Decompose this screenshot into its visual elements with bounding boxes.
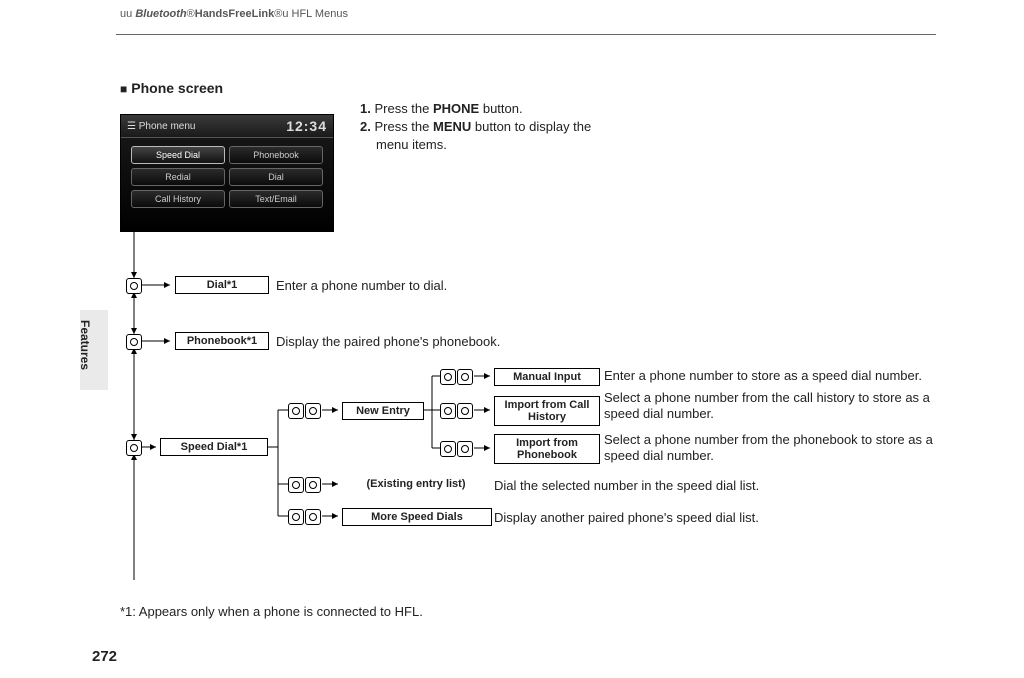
selector-icon <box>288 509 304 525</box>
selector-icon <box>288 477 304 493</box>
screenshot-btn: Phonebook <box>229 146 323 164</box>
desc-phonebook: Display the paired phone's phonebook. <box>276 334 500 350</box>
desc-manual-input: Enter a phone number to store as a speed… <box>604 368 944 384</box>
selector-icon <box>126 334 142 350</box>
screenshot-btn: Redial <box>131 168 225 186</box>
page-number: 272 <box>92 648 117 665</box>
node-phonebook: Phonebook*1 <box>175 332 269 350</box>
desc-dial: Enter a phone number to dial. <box>276 278 447 294</box>
node-speed-dial: Speed Dial*1 <box>160 438 268 456</box>
section-title: ■Phone screen <box>120 80 223 96</box>
selector-icon <box>126 440 142 456</box>
node-import-phonebook: Import from Phonebook <box>494 434 600 464</box>
selector-icon <box>288 403 304 419</box>
screenshot-clock: 12:34 <box>286 118 327 134</box>
screenshot-btn: Text/Email <box>229 190 323 208</box>
selector-icon <box>440 441 456 457</box>
desc-more: Display another paired phone's speed dia… <box>494 510 759 526</box>
screenshot-btn: Speed Dial <box>131 146 225 164</box>
node-new-entry: New Entry <box>342 402 424 420</box>
screenshot-btn: Call History <box>131 190 225 208</box>
rotary-icon <box>457 403 473 419</box>
desc-import-call: Select a phone number from the call hist… <box>604 390 944 423</box>
rotary-icon <box>305 509 321 525</box>
selector-icon <box>126 278 142 294</box>
rotary-icon <box>457 441 473 457</box>
instructions: 1. Press the PHONE button. 2. Press the … <box>360 100 591 155</box>
header-divider <box>116 34 936 35</box>
node-manual-input: Manual Input <box>494 368 600 386</box>
phone-screenshot: ☰ Phone menu 12:34 Speed Dial Phonebook … <box>120 114 334 232</box>
node-dial: Dial*1 <box>175 276 269 294</box>
selector-icon <box>440 369 456 385</box>
rotary-icon <box>457 369 473 385</box>
node-more-speed-dials: More Speed Dials <box>342 508 492 526</box>
side-tab-label: Features <box>78 320 92 370</box>
selector-icon <box>440 403 456 419</box>
breadcrumb: uu Bluetooth®HandsFreeLink®u HFL Menus <box>120 8 348 20</box>
desc-import-phonebook: Select a phone number from the phonebook… <box>604 432 944 465</box>
rotary-icon <box>305 477 321 493</box>
screenshot-btn: Dial <box>229 168 323 186</box>
node-import-call: Import from Call History <box>494 396 600 426</box>
screenshot-title: ☰ Phone menu <box>127 121 195 132</box>
desc-existing: Dial the selected number in the speed di… <box>494 478 759 494</box>
rotary-icon <box>305 403 321 419</box>
node-existing: (Existing entry list) <box>342 476 490 492</box>
footnote: *1: Appears only when a phone is connect… <box>120 604 423 619</box>
menu-diagram: Dial*1 Phonebook*1 Speed Dial*1 New Entr… <box>120 230 940 590</box>
